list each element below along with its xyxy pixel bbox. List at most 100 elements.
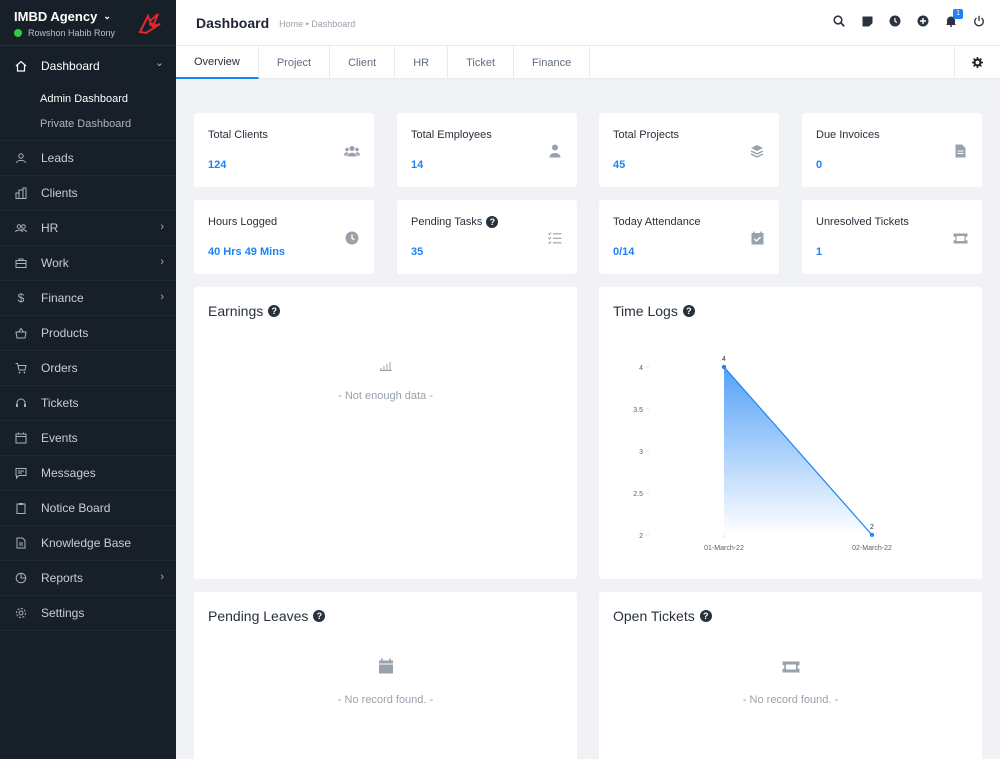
user-icon [14,151,28,165]
tab-ticket[interactable]: Ticket [448,46,515,79]
sidebar-item-label: HR [41,221,59,235]
users-icon [14,221,28,235]
top-header: Dashboard Home • Dashboard 1 [176,0,1000,46]
sidebar-item-dashboard[interactable]: Dashboard ⌄ [0,46,176,86]
panel-title: Open Tickets [613,608,695,624]
empty-state-text: - No record found. - [742,694,839,706]
header-actions: 1 [832,9,986,28]
stat-title: Total Projects [613,129,680,141]
time-logs-chart[interactable]: 2 2.5 3 3.5 4 4 2 01-March-22 02-March-22 [599,287,982,579]
sidebar-item-messages[interactable]: Messages [0,456,176,491]
x-tick-label: 02-March-22 [852,545,892,552]
add-circle-icon[interactable] [916,14,930,28]
stat-card-total-clients[interactable]: Total Clients 124 [194,113,374,187]
tab-client[interactable]: Client [330,46,396,79]
sidebar: IMBD Agency ⌄ Rowshon Habib Rony Dashboa… [0,0,176,759]
help-question-icon[interactable]: ? [486,216,499,228]
sidebar-item-settings[interactable]: Settings [0,596,176,631]
data-point [721,364,727,370]
empty-state-text: - Not enough data - [338,390,433,402]
stat-card-today-attendance[interactable]: Today Attendance 0/14 [599,200,779,274]
chevron-right-icon: › [160,256,164,268]
sidebar-subitem-admin-dashboard[interactable]: Admin Dashboard [0,86,176,111]
search-icon[interactable] [832,14,846,28]
stat-title: Unresolved Tickets [816,216,909,228]
headset-icon [14,396,28,410]
help-question-icon[interactable]: ? [313,610,326,622]
sidebar-item-hr[interactable]: HR › [0,211,176,246]
tab-finance[interactable]: Finance [514,46,591,79]
widget-settings-gear-icon[interactable] [954,46,1000,79]
stat-value[interactable]: 1 [816,246,822,258]
sidebar-item-label: Products [41,326,89,340]
help-question-icon[interactable]: ? [268,305,281,317]
tab-project[interactable]: Project [259,46,331,79]
stat-value[interactable]: 14 [411,159,423,171]
chevron-right-icon: › [160,571,164,583]
home-icon [14,59,28,73]
ticket-icon [782,661,800,676]
open-tickets-panel: Open Tickets ? - No record found. - [599,592,982,759]
ticket-icon [952,230,968,246]
sidebar-item-label: Reports [41,571,84,585]
help-question-icon[interactable]: ? [699,610,712,622]
calendar-icon [378,658,393,677]
bar-chart-icon [379,360,392,374]
sticky-note-icon[interactable] [860,14,874,28]
breadcrumb[interactable]: Home • Dashboard [279,19,355,29]
stat-card-pending-tasks[interactable]: Pending Tasks ? 35 [397,200,577,274]
sidebar-item-orders[interactable]: Orders [0,351,176,386]
stat-value[interactable]: 0/14 [613,246,634,258]
stat-card-total-employees[interactable]: Total Employees 14 [397,113,577,187]
sidebar-item-clients[interactable]: Clients [0,176,176,211]
sidebar-item-events[interactable]: Events [0,421,176,456]
sidebar-item-notice-board[interactable]: Notice Board [0,491,176,526]
sidebar-item-reports[interactable]: Reports › [0,561,176,596]
page-title: Dashboard [196,14,270,31]
clock-icon[interactable] [888,14,902,28]
stat-card-unresolved-tickets[interactable]: Unresolved Tickets 1 [802,200,982,274]
stat-title: Today Attendance [613,216,701,228]
sidebar-item-products[interactable]: Products [0,316,176,351]
building-icon [14,186,28,200]
chevron-down-icon[interactable]: ⌄ [103,11,111,22]
sidebar-item-knowledge-base[interactable]: Knowledge Base [0,526,176,561]
time-logs-panel: Time Logs ? 2 2.5 3 3.5 4 4 2 01-March-22 02-Mar… [599,287,982,579]
stat-card-due-invoices[interactable]: Due Invoices 0 [802,113,982,187]
stat-value[interactable]: 35 [411,246,423,258]
sidebar-item-tickets[interactable]: Tickets [0,386,176,421]
pie-chart-icon [14,571,28,585]
tab-overview[interactable]: Overview [176,46,259,79]
basket-icon [14,326,28,340]
sidebar-item-leads[interactable]: Leads [0,141,176,176]
brand-block[interactable]: IMBD Agency ⌄ Rowshon Habib Rony [0,0,176,46]
stat-title: Pending Tasks [411,216,483,228]
x-tick-label: 01-March-22 [704,545,744,552]
dashboard-subnav: Admin Dashboard Private Dashboard [0,86,176,141]
calendar-check-icon [749,230,765,246]
sidebar-item-work[interactable]: Work › [0,246,176,281]
notification-bell-icon[interactable]: 1 [944,9,963,28]
user-icon [547,143,563,159]
notification-count-badge: 1 [953,9,963,19]
layers-icon [749,143,765,159]
stat-value[interactable]: 0 [816,159,822,171]
y-tick-label: 2 [639,533,643,540]
gear-icon [14,606,28,620]
stat-value[interactable]: 45 [613,159,625,171]
sidebar-item-finance[interactable]: $ Finance › [0,281,176,316]
sidebar-item-label: Events [41,431,78,445]
chevron-right-icon: › [160,221,164,233]
power-icon[interactable] [972,14,986,28]
stat-value[interactable]: 124 [208,159,226,171]
sidebar-subitem-private-dashboard[interactable]: Private Dashboard [0,111,176,136]
briefcase-icon [14,256,28,270]
sidebar-item-label: Knowledge Base [41,536,132,550]
calendar-icon [14,431,28,445]
document-icon [14,536,28,550]
panel-title: Earnings [208,303,264,319]
stat-card-hours-logged[interactable]: Hours Logged 40 Hrs 49 Mins [194,200,374,274]
stat-value[interactable]: 40 Hrs 49 Mins [208,246,285,258]
tab-hr[interactable]: HR [395,46,449,79]
stat-card-total-projects[interactable]: Total Projects 45 [599,113,779,187]
